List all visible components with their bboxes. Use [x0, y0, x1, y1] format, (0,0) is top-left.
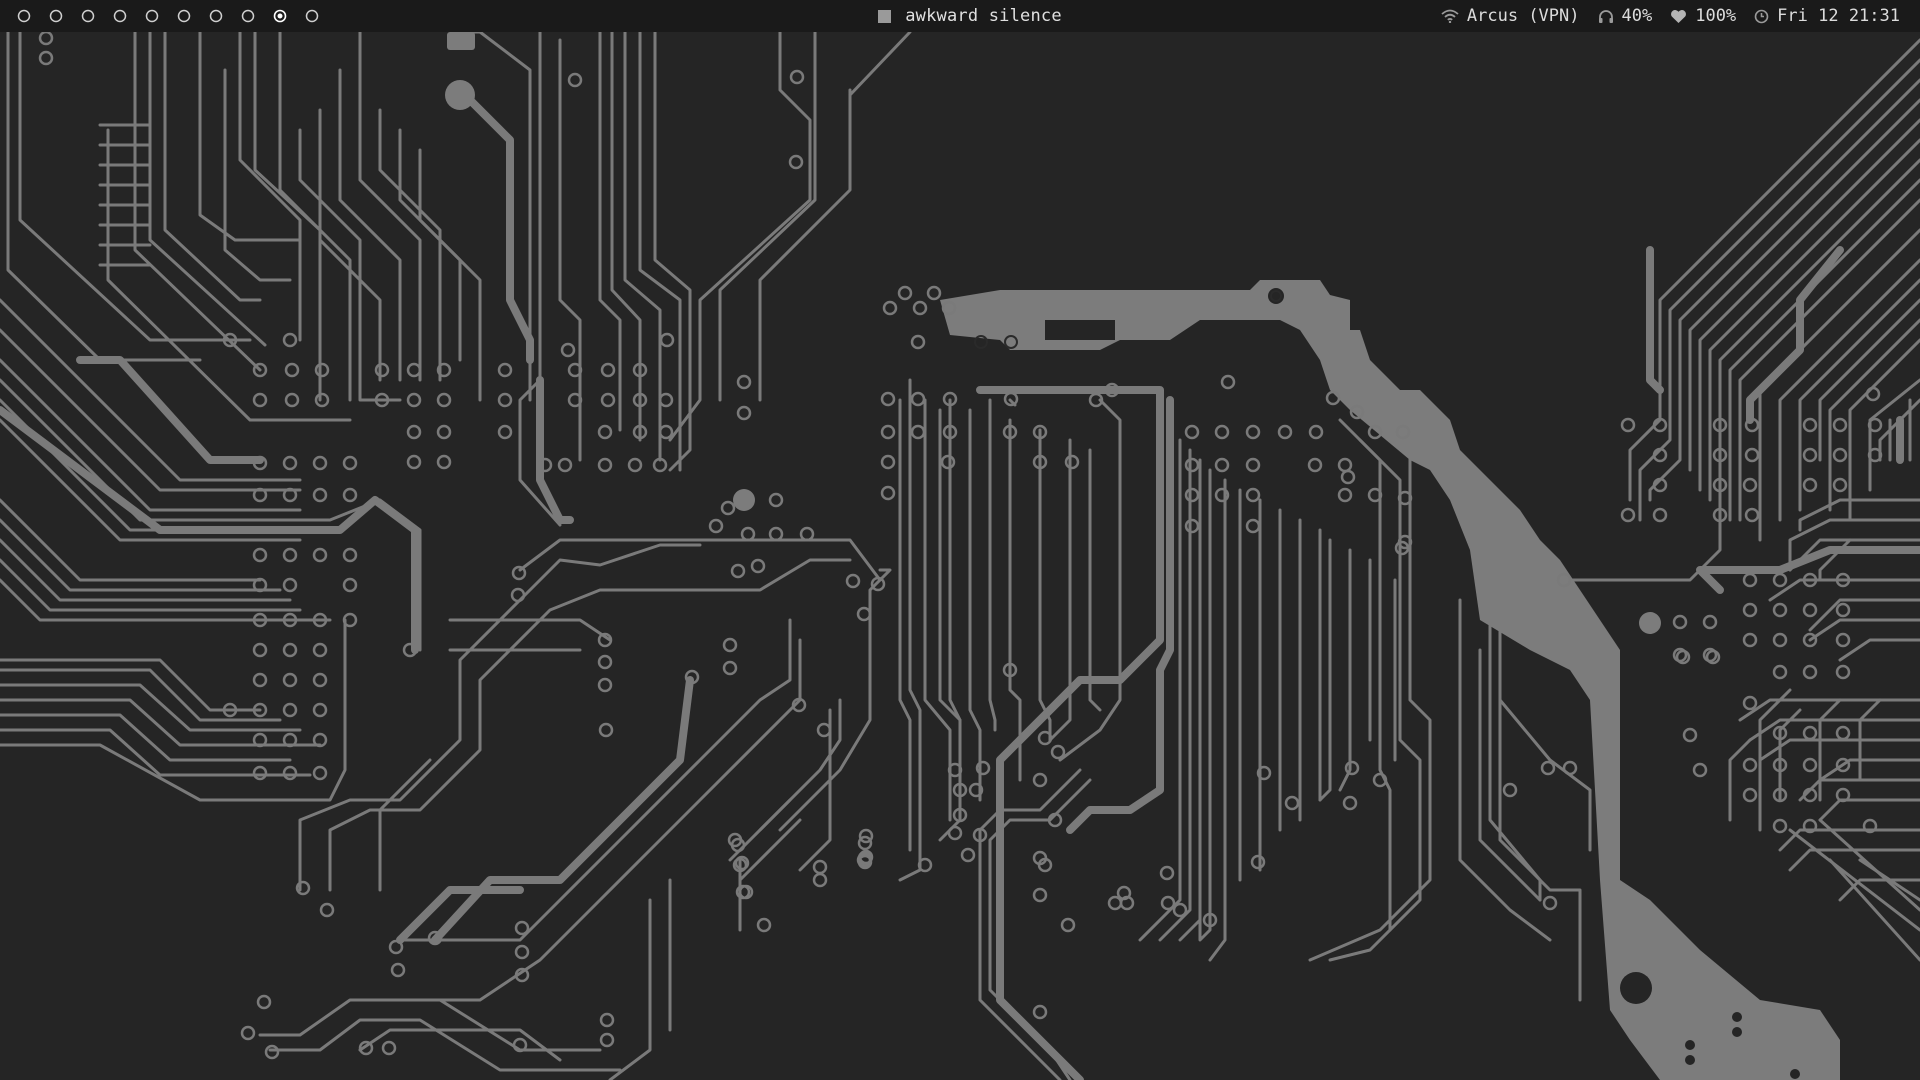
- window-square-icon: [878, 9, 892, 23]
- circle-outline-icon: [209, 9, 223, 23]
- workspace-6-button[interactable]: [176, 8, 192, 24]
- circle-outline-icon: [145, 9, 159, 23]
- workspace-10-button[interactable]: [304, 8, 320, 24]
- battery-module[interactable]: 100%: [1670, 6, 1736, 26]
- workspace-7-button[interactable]: [208, 8, 224, 24]
- headphones-icon: [1598, 9, 1613, 23]
- circle-dot-icon: [273, 9, 287, 23]
- clock-label: Fri 12 21:31: [1777, 6, 1900, 26]
- circle-outline-icon: [113, 9, 127, 23]
- circle-outline-icon: [305, 9, 319, 23]
- workspace-1-button[interactable]: [16, 8, 32, 24]
- circle-outline-icon: [49, 9, 63, 23]
- volume-module[interactable]: 40%: [1598, 6, 1653, 26]
- workspace-4-button[interactable]: [112, 8, 128, 24]
- clock-icon: [1754, 9, 1769, 23]
- workspace-8-button[interactable]: [240, 8, 256, 24]
- circuit-wallpaper: [0, 30, 1920, 1080]
- workspace-9-button[interactable]: [272, 8, 288, 24]
- network-module[interactable]: Arcus (VPN): [1441, 6, 1580, 26]
- top-bar: awkward silence Arcus (VPN) 40% 100% Fri…: [0, 0, 1920, 32]
- circle-outline-icon: [241, 9, 255, 23]
- heart-icon: [1671, 9, 1687, 23]
- workspace-switcher: [16, 0, 320, 32]
- battery-label: 100%: [1695, 6, 1737, 26]
- volume-label: 40%: [1621, 6, 1653, 26]
- circle-outline-icon: [81, 9, 95, 23]
- window-title[interactable]: awkward silence: [878, 6, 1062, 26]
- network-label: Arcus (VPN): [1466, 6, 1580, 26]
- status-modules: Arcus (VPN) 40% 100% Fri 12 21:31: [1441, 0, 1900, 32]
- window-title-text: awkward silence: [905, 6, 1062, 26]
- clock-module[interactable]: Fri 12 21:31: [1754, 6, 1900, 26]
- desktop: awkward silence Arcus (VPN) 40% 100% Fri…: [0, 0, 1920, 1080]
- circle-outline-icon: [177, 9, 191, 23]
- circle-outline-icon: [17, 9, 31, 23]
- workspace-3-button[interactable]: [80, 8, 96, 24]
- workspace-5-button[interactable]: [144, 8, 160, 24]
- workspace-2-button[interactable]: [48, 8, 64, 24]
- wifi-icon: [1441, 9, 1459, 23]
